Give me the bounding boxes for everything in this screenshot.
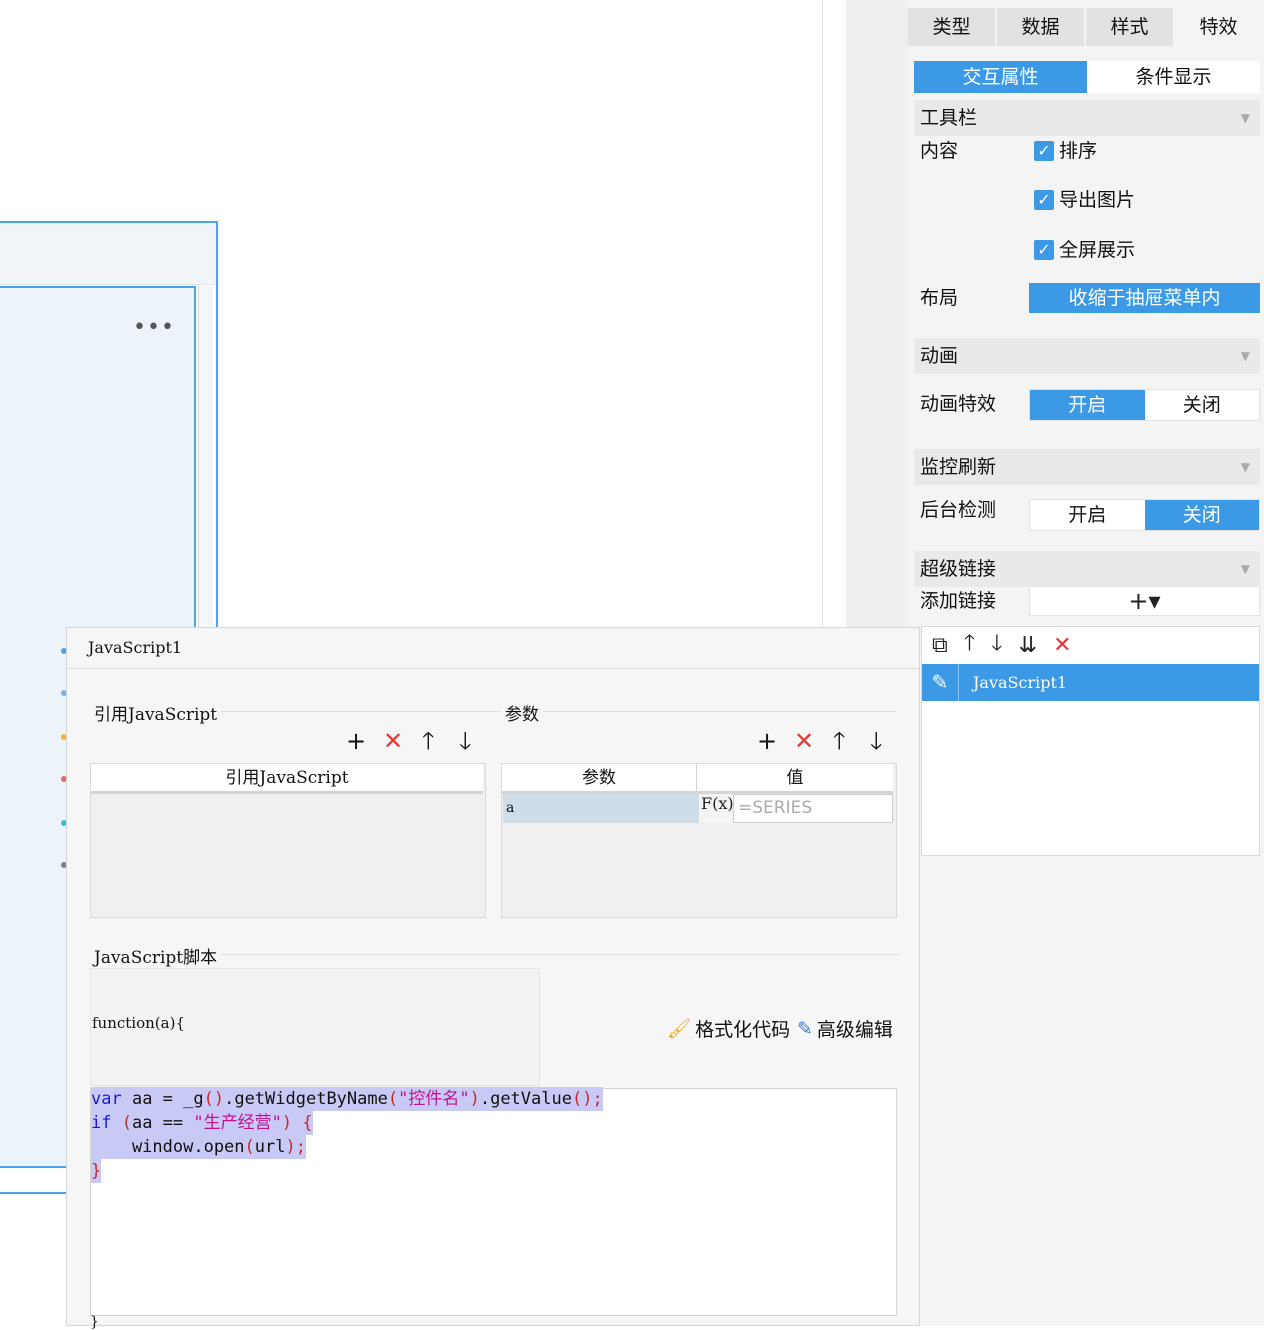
hyperlink-section-header[interactable]: 超级链接 ▼	[914, 551, 1260, 587]
move-up-icon[interactable]: 🡑	[964, 626, 975, 664]
value-column-header: 值	[697, 764, 893, 794]
format-code-button[interactable]: 🖌 格式化代码	[667, 1015, 790, 1042]
chevron-down-icon[interactable]: ▼	[1241, 551, 1250, 587]
delete-param-icon[interactable]: ✕	[794, 729, 814, 753]
tab-data[interactable]: 数据	[997, 8, 1086, 46]
subtab-interaction[interactable]: 交互属性	[914, 61, 1087, 93]
property-tabs: 类型 数据 样式 特效	[908, 8, 1264, 46]
brush-icon: 🖌	[667, 1018, 692, 1040]
delete-icon[interactable]: ✕	[383, 729, 403, 753]
checkbox-fullscreen[interactable]: ✓ 全屏展示	[1034, 238, 1135, 262]
param-column-header: 参数	[502, 764, 697, 794]
subtab-condition-display[interactable]: 条件显示	[1087, 61, 1260, 93]
add-link-button[interactable]: +▾	[1029, 586, 1260, 616]
background-check-label: 后台检测	[920, 499, 997, 521]
checkbox-label: 排序	[1059, 140, 1098, 162]
add-param-icon[interactable]: +	[757, 729, 777, 753]
code-line[interactable]: window.open(url);	[91, 1135, 306, 1159]
content-label: 内容	[920, 140, 959, 162]
param-group-title: 参数	[501, 700, 543, 725]
chevron-down-icon[interactable]: ▼	[1241, 449, 1250, 485]
add-link-label: 添加链接	[920, 590, 997, 612]
monitor-section-header[interactable]: 监控刷新 ▼	[914, 449, 1260, 485]
move-param-up-icon[interactable]: 🡑	[833, 729, 845, 753]
chevron-down-icon[interactable]: ▼	[1241, 338, 1250, 374]
animation-toggle: 开启 关闭	[1029, 389, 1260, 421]
section-title: 监控刷新	[920, 456, 997, 478]
copy-icon[interactable]: ⧉	[932, 633, 948, 658]
edit-pencil-icon[interactable]: ✎	[922, 664, 959, 701]
tab-effects[interactable]: 特效	[1175, 8, 1264, 46]
code-line[interactable]: var aa = _g().getWidgetByName("控件名").get…	[91, 1087, 603, 1111]
animation-section-header[interactable]: 动画 ▼	[914, 338, 1260, 374]
function-closing-brace: }	[90, 1314, 99, 1330]
animation-off-button[interactable]: 关闭	[1145, 390, 1260, 420]
advanced-edit-label: 高级编辑	[816, 1019, 893, 1041]
tab-style[interactable]: 样式	[1086, 8, 1175, 46]
advanced-edit-button[interactable]: ✎ 高级编辑	[797, 1015, 893, 1042]
checkbox-checked-icon[interactable]: ✓	[1034, 240, 1054, 260]
layout-select[interactable]: 收缩于抽屉菜单内	[1029, 283, 1260, 313]
toolbar-section-header[interactable]: 工具栏 ▼	[914, 100, 1260, 136]
move-param-down-icon[interactable]: 🡓	[870, 729, 882, 753]
dialog-title: JavaScript1	[67, 628, 919, 669]
edit-icon: ✎	[797, 1017, 813, 1040]
formula-fx-icon[interactable]: F(x)	[699, 794, 734, 823]
link-list-toolbar: ⧉ 🡑 🡓 ⇊ ✕	[922, 627, 1259, 663]
format-code-label: 格式化代码	[695, 1019, 791, 1041]
ref-js-group-title: 引用JavaScript	[90, 700, 222, 725]
link-item-name: JavaScript1	[973, 673, 1068, 692]
checkbox-checked-icon[interactable]: ✓	[1034, 141, 1054, 161]
tab-type[interactable]: 类型	[908, 8, 997, 46]
section-title: 工具栏	[920, 107, 978, 129]
section-title: 超级链接	[920, 558, 997, 580]
ref-js-column-header: 引用JavaScript	[91, 764, 483, 794]
layout-label: 布局	[920, 287, 959, 309]
monitor-on-button[interactable]: 开启	[1030, 500, 1145, 530]
move-down-icon[interactable]: 🡓	[991, 626, 1002, 664]
param-value-input[interactable]: =SERIES	[733, 794, 893, 823]
code-line[interactable]: if (aa == "生产经营") {	[91, 1111, 313, 1135]
canvas-edge	[822, 0, 846, 630]
background-check-toggle: 开启 关闭	[1029, 499, 1260, 531]
checkbox-sort[interactable]: ✓ 排序	[1034, 139, 1097, 163]
checkbox-label: 全屏展示	[1059, 239, 1136, 261]
sort-icon[interactable]: ⇊	[1019, 633, 1037, 658]
param-name-cell[interactable]: a	[503, 794, 699, 823]
checkbox-checked-icon[interactable]: ✓	[1034, 190, 1054, 210]
monitor-off-button[interactable]: 关闭	[1144, 500, 1259, 530]
animation-effect-label: 动画特效	[920, 393, 997, 415]
delete-icon[interactable]: ✕	[1053, 633, 1071, 658]
move-up-icon[interactable]: 🡑	[422, 729, 434, 753]
move-down-icon[interactable]: 🡓	[459, 729, 471, 753]
function-signature: function(a){	[92, 1014, 185, 1032]
checkbox-export-image[interactable]: ✓ 导出图片	[1034, 188, 1135, 212]
checkbox-label: 导出图片	[1059, 189, 1136, 211]
link-list-item[interactable]: ✎ JavaScript1	[922, 664, 1259, 701]
script-group-title: JavaScript脚本	[90, 943, 222, 968]
chevron-down-icon[interactable]: ▼	[1241, 100, 1250, 136]
section-title: 动画	[920, 345, 959, 367]
more-options-icon[interactable]: •••	[133, 317, 174, 339]
effect-subtabs: 交互属性 条件显示	[914, 61, 1260, 93]
chart-widget-header	[0, 223, 216, 285]
code-line[interactable]: }	[91, 1159, 102, 1183]
animation-on-button[interactable]: 开启	[1030, 390, 1145, 420]
add-icon[interactable]: +	[346, 729, 366, 753]
